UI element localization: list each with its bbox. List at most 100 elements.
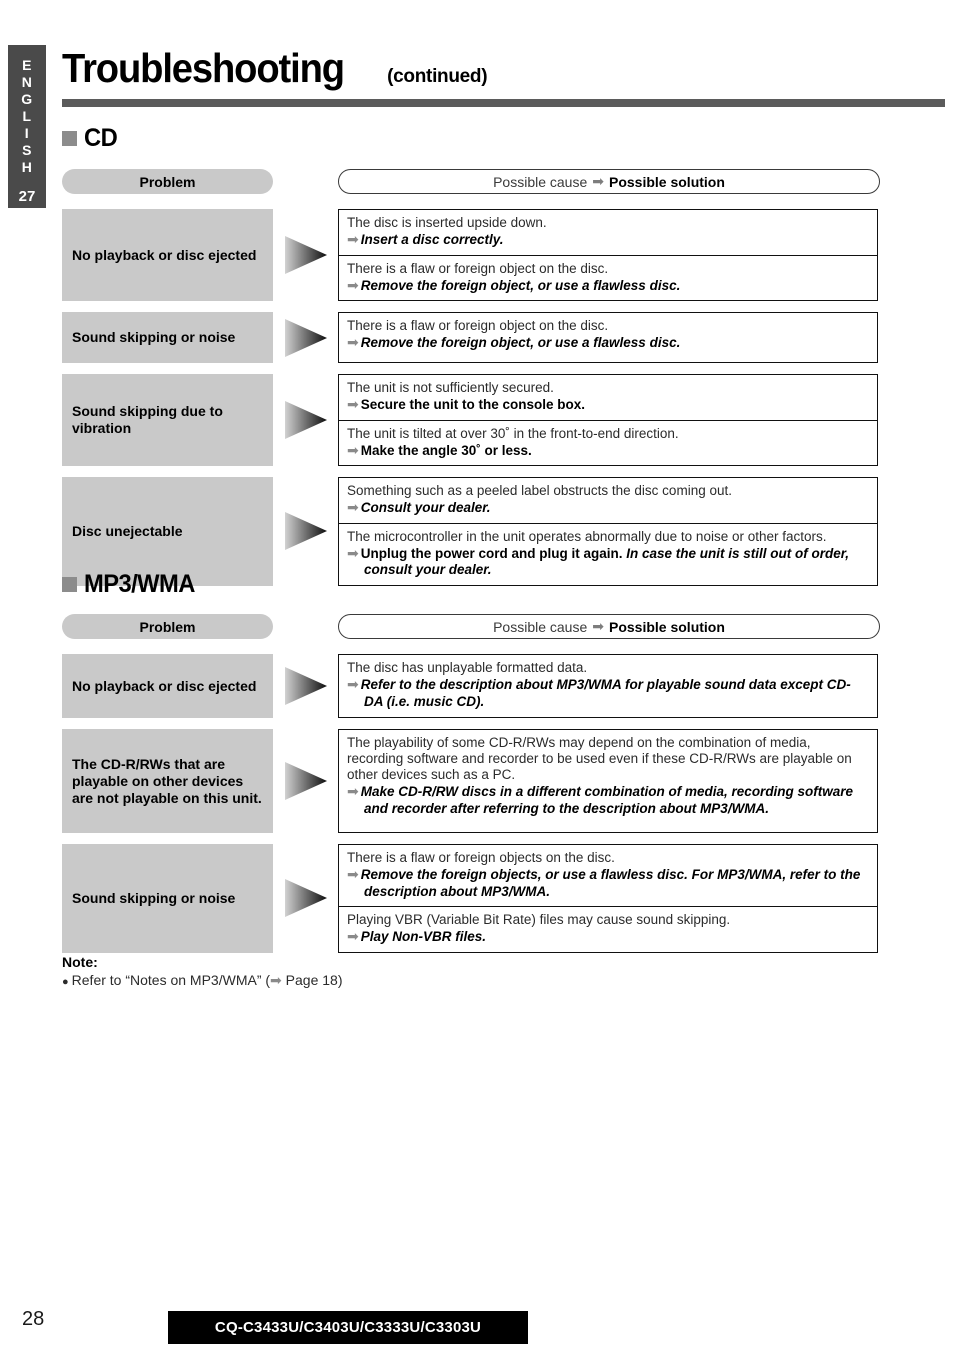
arrow-right-icon: ➡ — [347, 866, 359, 882]
column-header-solution-label: Possible solution — [609, 618, 725, 635]
solution-box: There is a flaw or foreign objects on th… — [339, 845, 877, 907]
table-row: No playback or disc ejected The disc has… — [62, 654, 878, 718]
problem-cell: No playback or disc ejected — [62, 654, 273, 718]
solution-box: The microcontroller in the unit operates… — [339, 524, 877, 585]
arrow-marker — [273, 312, 338, 363]
problem-cell: Sound skipping or noise — [62, 312, 273, 363]
table-row: Sound skipping or noise There is a flaw … — [62, 844, 878, 953]
column-header-problem-label: Problem — [139, 618, 196, 635]
page-title-continued: (continued) — [387, 66, 488, 87]
triangle-arrow-icon — [284, 512, 327, 551]
solution-box: The playability of some CD-R/RWs may dep… — [339, 730, 877, 823]
cause-text: The playability of some CD-R/RWs may dep… — [347, 735, 852, 782]
bullet-icon: ● — [62, 976, 69, 988]
triangle-arrow-icon — [284, 667, 327, 705]
table-row: The CD-R/RWs that are playable on other … — [62, 729, 878, 833]
solution-box: Something such as a peeled label obstruc… — [339, 478, 877, 524]
arrow-marker — [273, 374, 338, 466]
page-title: Troubleshooting (continued) — [62, 45, 488, 91]
arrow-right-icon: ➡ — [347, 499, 359, 515]
language-letter: L — [22, 108, 32, 124]
solution-italic: Remove the foreign objects, or use a fla… — [360, 867, 861, 899]
square-bullet-icon — [62, 577, 77, 592]
solution-text: ➡ Remove the foreign object, or use a fla… — [347, 334, 869, 352]
note-item: ● Refer to “Notes on MP3/WMA” (➡ Page 18) — [62, 971, 343, 992]
arrow-right-icon: ➡ — [270, 972, 282, 988]
cause-text: The microcontroller in the unit operates… — [347, 528, 827, 544]
arrow-right-icon: ➡ — [347, 396, 359, 412]
solution-italic: Make CD-R/RW discs in a different combin… — [360, 784, 854, 816]
triangle-arrow-icon — [284, 879, 327, 918]
footer-model-badge: CQ-C3433U/C3403U/C3333U/C3303U — [168, 1311, 528, 1344]
solution-italic: Remove the foreign object, or use a flaw… — [360, 335, 681, 350]
solution-text: ➡ Insert a disc correctly. — [347, 231, 869, 249]
language-letter: E — [22, 57, 32, 73]
solution-italic: Remove the foreign object, or use a flaw… — [360, 277, 681, 293]
problem-cell: No playback or disc ejected — [62, 209, 273, 301]
solution-upright: Make the angle 30˚ or less. — [360, 442, 532, 458]
solution-italic: Insert a disc correctly. — [360, 232, 504, 247]
triangle-arrow-icon — [284, 401, 327, 439]
solution-text: ➡ Unplug the power cord and plug it again… — [347, 545, 869, 579]
square-bullet-icon — [62, 131, 77, 146]
arrow-right-icon: ➡ — [592, 618, 604, 634]
solution-cell: Something such as a peeled label obstruc… — [338, 477, 878, 586]
column-header-problem: Problem — [62, 169, 273, 194]
column-header-solution-label: Possible solution — [609, 173, 725, 190]
arrow-right-icon: ➡ — [347, 276, 359, 293]
solution-box: There is a flaw or foreign object on the… — [339, 313, 877, 358]
arrow-right-icon: ➡ — [347, 544, 359, 561]
table-mp3wma: No playback or disc ejected The disc has… — [62, 654, 878, 964]
arrow-right-icon: ➡ — [347, 441, 359, 458]
solution-text: ➡ Refer to the description about MP3/WMA … — [347, 676, 869, 710]
solution-upright: Secure the unit to the console box. — [360, 397, 586, 412]
arrow-marker — [273, 654, 338, 718]
solution-text: ➡ Make CD-R/RW discs in a different combi… — [347, 783, 869, 817]
language-letter: I — [24, 125, 30, 141]
arrow-right-icon: ➡ — [347, 928, 359, 944]
note-block: Note: ● Refer to “Notes on MP3/WMA” (➡ Pa… — [62, 953, 343, 992]
column-header-cause-label: Possible cause — [493, 618, 588, 635]
solution-box: Playing VBR (Variable Bit Rate) files ma… — [339, 907, 877, 952]
problem-cell: The CD-R/RWs that are playable on other … — [62, 729, 273, 833]
solution-text: ➡ Secure the unit to the console box. — [347, 396, 869, 414]
solution-cell: The playability of some CD-R/RWs may dep… — [338, 729, 878, 833]
section-heading-label: MP3/WMA — [84, 570, 195, 598]
page-title-main: Troubleshooting — [62, 45, 345, 91]
arrow-right-icon: ➡ — [347, 676, 359, 692]
section-heading-label: CD — [84, 124, 118, 152]
column-header-cause-label: Possible cause — [493, 173, 588, 190]
column-header-cause-solution: Possible cause ➡ Possible solution — [338, 614, 880, 639]
language-letter: H — [21, 159, 33, 175]
cause-text: There is a flaw or foreign object on the… — [347, 260, 609, 276]
cause-text: The disc is inserted upside down. — [347, 215, 547, 230]
cause-text: Something such as a peeled label obstruc… — [347, 483, 732, 498]
table-row: Sound skipping due to vibration The unit… — [62, 374, 878, 466]
arrow-marker — [273, 844, 338, 953]
solution-text: ➡ Remove the foreign objects, or use a fl… — [347, 866, 869, 900]
solution-cell: The unit is not sufficiently secured. ➡ S… — [338, 374, 878, 466]
language-letter: N — [21, 74, 33, 90]
solution-text: ➡ Play Non-VBR files. — [347, 928, 869, 946]
triangle-arrow-icon — [284, 762, 327, 800]
table-cd: No playback or disc ejected The disc is … — [62, 209, 878, 597]
arrow-right-icon: ➡ — [347, 334, 359, 350]
column-header-problem-label: Problem — [139, 173, 196, 190]
table-row: Sound skipping or noise There is a flaw … — [62, 312, 878, 363]
section-heading-mp3wma: MP3/WMA — [62, 572, 201, 597]
cause-text: The disc has unplayable formatted data. — [347, 660, 588, 675]
solution-box: The disc has unplayable formatted data. … — [339, 655, 877, 716]
cause-text: The unit is tilted at over 30˚ in the fr… — [347, 425, 679, 441]
solution-box: There is a flaw or foreign object on the… — [339, 256, 877, 301]
triangle-arrow-icon — [284, 236, 327, 274]
sidebar-page-marker: 27 — [18, 188, 36, 205]
cause-text: There is a flaw or foreign objects on th… — [347, 850, 615, 865]
solution-italic: Refer to the description about MP3/WMA f… — [360, 677, 851, 709]
table-row: No playback or disc ejected The disc is … — [62, 209, 878, 301]
arrow-marker — [273, 209, 338, 301]
solution-box: The unit is tilted at over 30˚ in the fr… — [339, 421, 877, 466]
triangle-arrow-icon — [284, 318, 327, 357]
section-heading-cd: CD — [62, 126, 119, 151]
language-letter: S — [22, 142, 32, 158]
problem-cell: Sound skipping due to vibration — [62, 374, 273, 466]
